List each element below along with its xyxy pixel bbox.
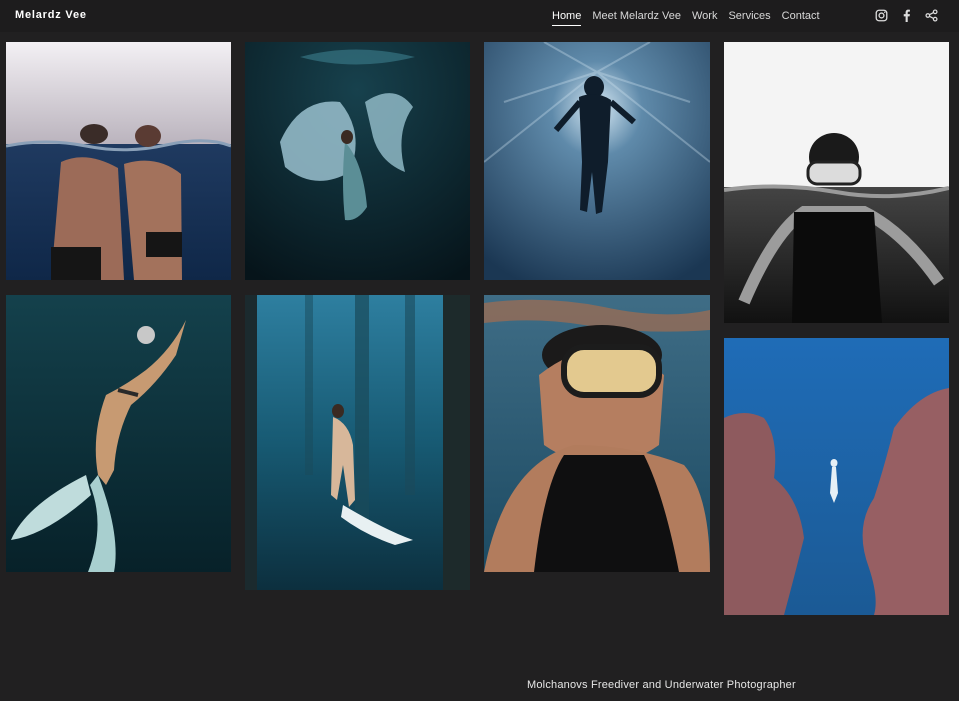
photo-black-and-white-mask-portrait[interactable] (724, 42, 949, 323)
nav-work[interactable]: Work (692, 9, 717, 26)
share-icon[interactable] (925, 9, 938, 22)
top-bar: Melardz Vee Home Meet Melardz Vee Work S… (0, 0, 959, 32)
photo-selfie-with-mask[interactable] (484, 295, 710, 572)
instagram-icon[interactable] (875, 9, 888, 22)
main-nav: Home Meet Melardz Vee Work Services Cont… (552, 9, 820, 26)
nav-meet-melardz-vee[interactable]: Meet Melardz Vee (592, 9, 681, 26)
footer-tagline: Molchanovs Freediver and Underwater Phot… (527, 679, 796, 691)
photo-diver-between-coral-walls[interactable] (724, 338, 949, 615)
site-logo[interactable]: Melardz Vee (15, 9, 87, 21)
facebook-icon[interactable] (900, 9, 913, 22)
photo-diver-with-monofin[interactable] (6, 295, 231, 572)
photo-diver-between-pier-pilings[interactable] (245, 295, 470, 590)
nav-home[interactable]: Home (552, 9, 582, 26)
photo-couple-at-surface[interactable] (6, 42, 231, 280)
nav-contact[interactable]: Contact (782, 9, 820, 26)
social-links (875, 9, 938, 22)
photo-woman-in-flowing-dress[interactable] (245, 42, 470, 280)
nav-services[interactable]: Services (728, 9, 770, 26)
photo-silhouette-in-sunburst[interactable] (484, 42, 710, 280)
